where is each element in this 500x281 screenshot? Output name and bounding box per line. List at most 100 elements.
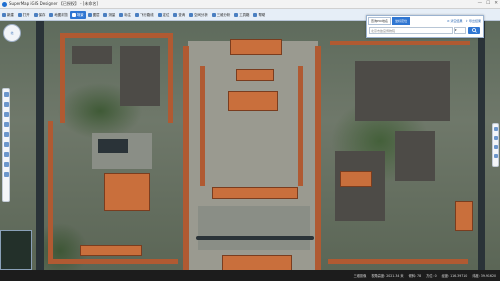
- clear-icon: ⊘: [446, 19, 450, 23]
- west-wall-mid: [48, 121, 53, 261]
- rotate-icon[interactable]: [3, 122, 9, 127]
- west-hall-low: [80, 245, 142, 256]
- east-gate: [455, 201, 473, 231]
- app-logo-icon: [2, 1, 7, 7]
- window-controls: — ☐ ✕: [478, 1, 498, 6]
- tilt-icon[interactable]: [3, 132, 9, 137]
- toolbar-scene-button[interactable]: 场景: [69, 10, 86, 19]
- toolbar-locate-button[interactable]: 定位: [156, 11, 172, 19]
- west-wall-top: [60, 33, 172, 38]
- layer-icon: [87, 12, 92, 17]
- status-latitude: 纬度: 39.91620: [472, 274, 496, 278]
- attribute-icon[interactable]: [493, 136, 498, 140]
- search-button[interactable]: [468, 27, 480, 34]
- toolbar-measure-button[interactable]: 测量: [101, 11, 117, 19]
- toolbar-3d-analysis-button[interactable]: 三维分析: [210, 11, 233, 19]
- export-icon: ⇪: [465, 19, 468, 23]
- analysis-icon: [189, 12, 194, 17]
- hall-top: [230, 39, 282, 55]
- west-wall-left: [60, 33, 65, 123]
- toolbar-flight-button[interactable]: 飞行路线: [133, 11, 156, 19]
- mark-icon: [119, 12, 124, 17]
- status-height: 视角高度: 2021.34 米: [371, 274, 404, 278]
- inner-wall-left: [200, 66, 205, 186]
- gate-bottom: [222, 255, 292, 270]
- legend-icon[interactable]: [493, 145, 498, 149]
- west-hall: [104, 173, 150, 211]
- status-bar: 三维影像 视角高度: 2021.34 米 倾斜: 78 方位: 0 经度: 11…: [0, 270, 500, 281]
- zoom-out-icon[interactable]: [3, 102, 9, 107]
- tab-coordinate-locate[interactable]: 坐标定位: [392, 17, 411, 25]
- search-icon: [471, 28, 477, 33]
- status-heading: 方位: 0: [426, 274, 437, 278]
- plaza-wall-right: [315, 46, 321, 270]
- east-compound-3: [395, 131, 435, 181]
- fullscreen-icon[interactable]: [3, 152, 9, 157]
- search-input[interactable]: 北京市故宫博物院: [369, 27, 453, 34]
- maximize-button[interactable]: ☐: [486, 1, 490, 6]
- west-compound-2: [120, 46, 160, 106]
- locate-icon: [157, 12, 162, 17]
- west-compound-1: [72, 46, 112, 64]
- hall-main: [228, 91, 278, 111]
- toolbar-analysis-button[interactable]: 空间分析: [187, 11, 210, 19]
- status-layer: 三维影像: [353, 274, 367, 278]
- new-icon: [2, 12, 6, 17]
- scene-icon: [71, 12, 76, 17]
- 3d-analysis-icon: [211, 12, 216, 17]
- map-browse-icon: [49, 12, 54, 17]
- search-panel: 查询POI地名 坐标定位 ⊘ 清空结果 ⇪ 导出结果 北京市故宫博物院 ▾: [366, 15, 484, 38]
- toolbar-map-browse-button[interactable]: 地图浏览: [47, 11, 70, 19]
- courtyard-lower: [198, 206, 310, 250]
- export-results-link[interactable]: ⇪ 导出结果: [465, 19, 481, 23]
- east-hall: [340, 171, 372, 187]
- tab-poi-search[interactable]: 查询POI地名: [368, 17, 392, 25]
- save-icon: [33, 12, 38, 17]
- compass-icon[interactable]: 北: [3, 24, 21, 42]
- toolbar-help-button[interactable]: 帮助: [251, 11, 267, 19]
- east-compound-1: [355, 61, 450, 121]
- pan-icon[interactable]: [3, 112, 9, 117]
- toolbar-new-button[interactable]: 新建: [0, 11, 16, 19]
- measure-icon: [103, 12, 108, 17]
- overview-map[interactable]: [0, 230, 32, 270]
- moat-right: [478, 21, 485, 270]
- search-scope-select[interactable]: ▾: [454, 27, 466, 34]
- toolbar-layer-button[interactable]: 图层: [86, 11, 102, 19]
- hall-upper: [236, 69, 274, 81]
- close-button[interactable]: ✕: [494, 1, 498, 6]
- left-tool-strip: [2, 88, 10, 202]
- settings-icon[interactable]: [493, 154, 498, 158]
- clear-results-link[interactable]: ⊘ 清空结果: [447, 19, 463, 23]
- toolbar-open-button[interactable]: 打开: [16, 11, 32, 19]
- inner-stream: [196, 236, 314, 240]
- toolbar-query-button[interactable]: 查询: [171, 11, 187, 19]
- query-icon: [173, 12, 178, 17]
- right-tool-strip: [492, 123, 499, 167]
- toolbar-mark-button[interactable]: 标注: [117, 11, 133, 19]
- minimize-button[interactable]: —: [478, 1, 483, 6]
- toolbox-icon: [234, 12, 239, 17]
- home-view-icon[interactable]: [3, 142, 9, 147]
- toolbar-save-button[interactable]: 保存: [32, 11, 48, 19]
- west-pool: [98, 139, 128, 153]
- plaza-wall-left: [183, 46, 189, 270]
- status-tilt: 倾斜: 78: [408, 274, 422, 278]
- gate-middle: [212, 187, 298, 199]
- west-wall-right: [168, 33, 173, 123]
- help-icon: [253, 12, 258, 17]
- inner-wall-right: [298, 66, 303, 186]
- west-wall-bottom: [48, 259, 178, 264]
- window-title: SuperMap iGIS Designer 【已授权】 - [未命名]: [9, 1, 98, 6]
- screenshot-icon[interactable]: [3, 172, 9, 177]
- title-bar: SuperMap iGIS Designer 【已授权】 - [未命名] — ☐…: [0, 0, 500, 9]
- status-longitude: 经度: 116.39710: [441, 274, 468, 278]
- east-wall-top: [330, 41, 470, 45]
- zoom-in-icon[interactable]: [3, 92, 9, 97]
- layers-icon[interactable]: [3, 162, 9, 167]
- panel-toggle-icon[interactable]: [493, 127, 498, 131]
- toolbar-toolbox-button[interactable]: 工具箱: [232, 11, 251, 19]
- open-icon: [17, 12, 22, 17]
- flight-icon: [135, 12, 140, 17]
- map-viewport[interactable]: [0, 21, 500, 270]
